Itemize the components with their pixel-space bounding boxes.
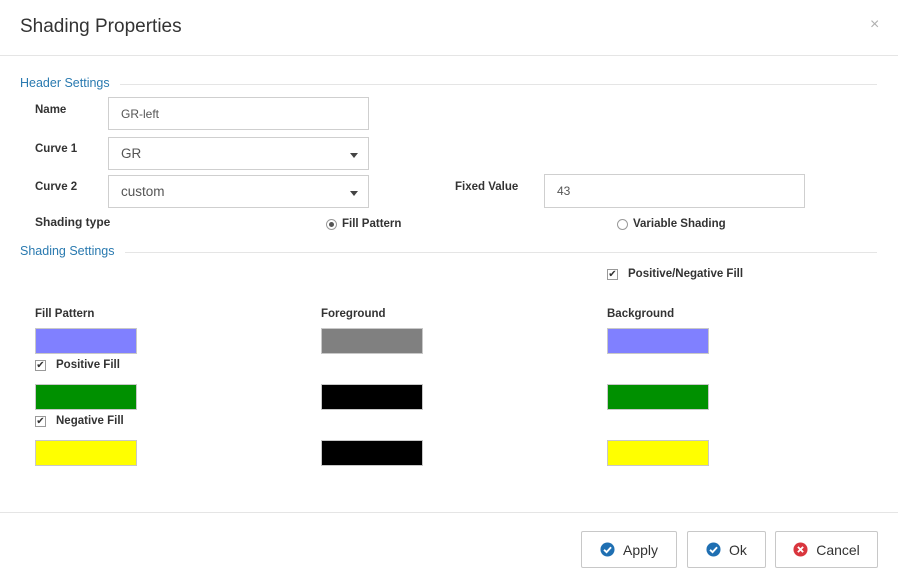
shading-type-label: Shading type: [35, 215, 111, 229]
fixed-value-input[interactable]: 43: [544, 174, 805, 208]
curve2-label: Curve 2: [35, 181, 78, 193]
close-icon[interactable]: ×: [870, 16, 879, 34]
foreground-column-header: Foreground: [321, 308, 386, 320]
name-label: Name: [35, 104, 67, 116]
variable-shading-radio-label: Variable Shading: [633, 218, 726, 230]
chevron-down-icon: [350, 153, 358, 158]
cancel-button[interactable]: Cancel: [775, 531, 878, 568]
variable-shading-radio[interactable]: [617, 218, 628, 230]
ok-label: Ok: [729, 541, 747, 558]
background-column-header: Background: [607, 308, 675, 320]
negative-fill-pattern-swatch[interactable]: [35, 440, 137, 466]
pos-neg-fill-option[interactable]: ✔ Positive/Negative Fill: [607, 268, 743, 280]
x-circle-icon: [793, 542, 808, 557]
curve2-value: custom: [121, 184, 165, 199]
positive-background-swatch[interactable]: [607, 384, 709, 410]
negative-foreground-swatch[interactable]: [321, 440, 423, 466]
check-circle-icon: [706, 542, 721, 557]
fill-pattern-radio-label: Fill Pattern: [342, 218, 402, 230]
shading-settings-legend: Shading Settings: [20, 244, 125, 258]
check-circle-icon: [600, 542, 615, 557]
dialog-title: Shading Properties: [20, 16, 182, 37]
pos-neg-fill-label: Positive/Negative Fill: [628, 268, 744, 280]
header-settings-line: [20, 84, 877, 85]
ok-button[interactable]: Ok: [687, 531, 766, 568]
apply-button[interactable]: Apply: [581, 531, 677, 568]
header-divider: [0, 55, 898, 56]
curve1-select[interactable]: GR: [108, 137, 369, 170]
chevron-down-icon: [350, 191, 358, 196]
variable-shading-radio-option[interactable]: Variable Shading: [617, 218, 726, 230]
curve1-label: Curve 1: [35, 143, 78, 155]
positive-fill-checkbox[interactable]: ✔: [35, 359, 46, 371]
negative-background-swatch[interactable]: [607, 440, 709, 466]
footer-divider: [0, 512, 898, 513]
positive-fill-option[interactable]: ✔ Positive Fill: [35, 359, 120, 371]
fill-pattern-radio-option[interactable]: Fill Pattern: [326, 218, 401, 230]
curve2-select[interactable]: custom: [108, 175, 369, 208]
positive-fill-pattern-swatch[interactable]: [35, 384, 137, 410]
default-foreground-swatch[interactable]: [321, 328, 423, 354]
fill-pattern-column-header: Fill Pattern: [35, 308, 95, 320]
header-settings-legend: Header Settings: [20, 76, 120, 90]
default-fill-pattern-swatch[interactable]: [35, 328, 137, 354]
apply-label: Apply: [622, 541, 659, 558]
negative-fill-option[interactable]: ✔ Negative Fill: [35, 415, 124, 427]
negative-fill-checkbox[interactable]: ✔: [35, 415, 46, 427]
fill-pattern-radio[interactable]: [326, 218, 337, 230]
positive-foreground-swatch[interactable]: [321, 384, 423, 410]
cancel-label: Cancel: [816, 541, 860, 558]
pos-neg-fill-checkbox[interactable]: ✔: [607, 268, 618, 280]
shading-settings-line: [20, 252, 877, 253]
negative-fill-label: Negative Fill: [56, 415, 124, 427]
default-background-swatch[interactable]: [607, 328, 709, 354]
name-input[interactable]: GR-left: [108, 97, 369, 130]
curve1-value: GR: [121, 146, 142, 161]
fixed-value-label: Fixed Value: [455, 181, 519, 193]
positive-fill-label: Positive Fill: [56, 359, 120, 371]
